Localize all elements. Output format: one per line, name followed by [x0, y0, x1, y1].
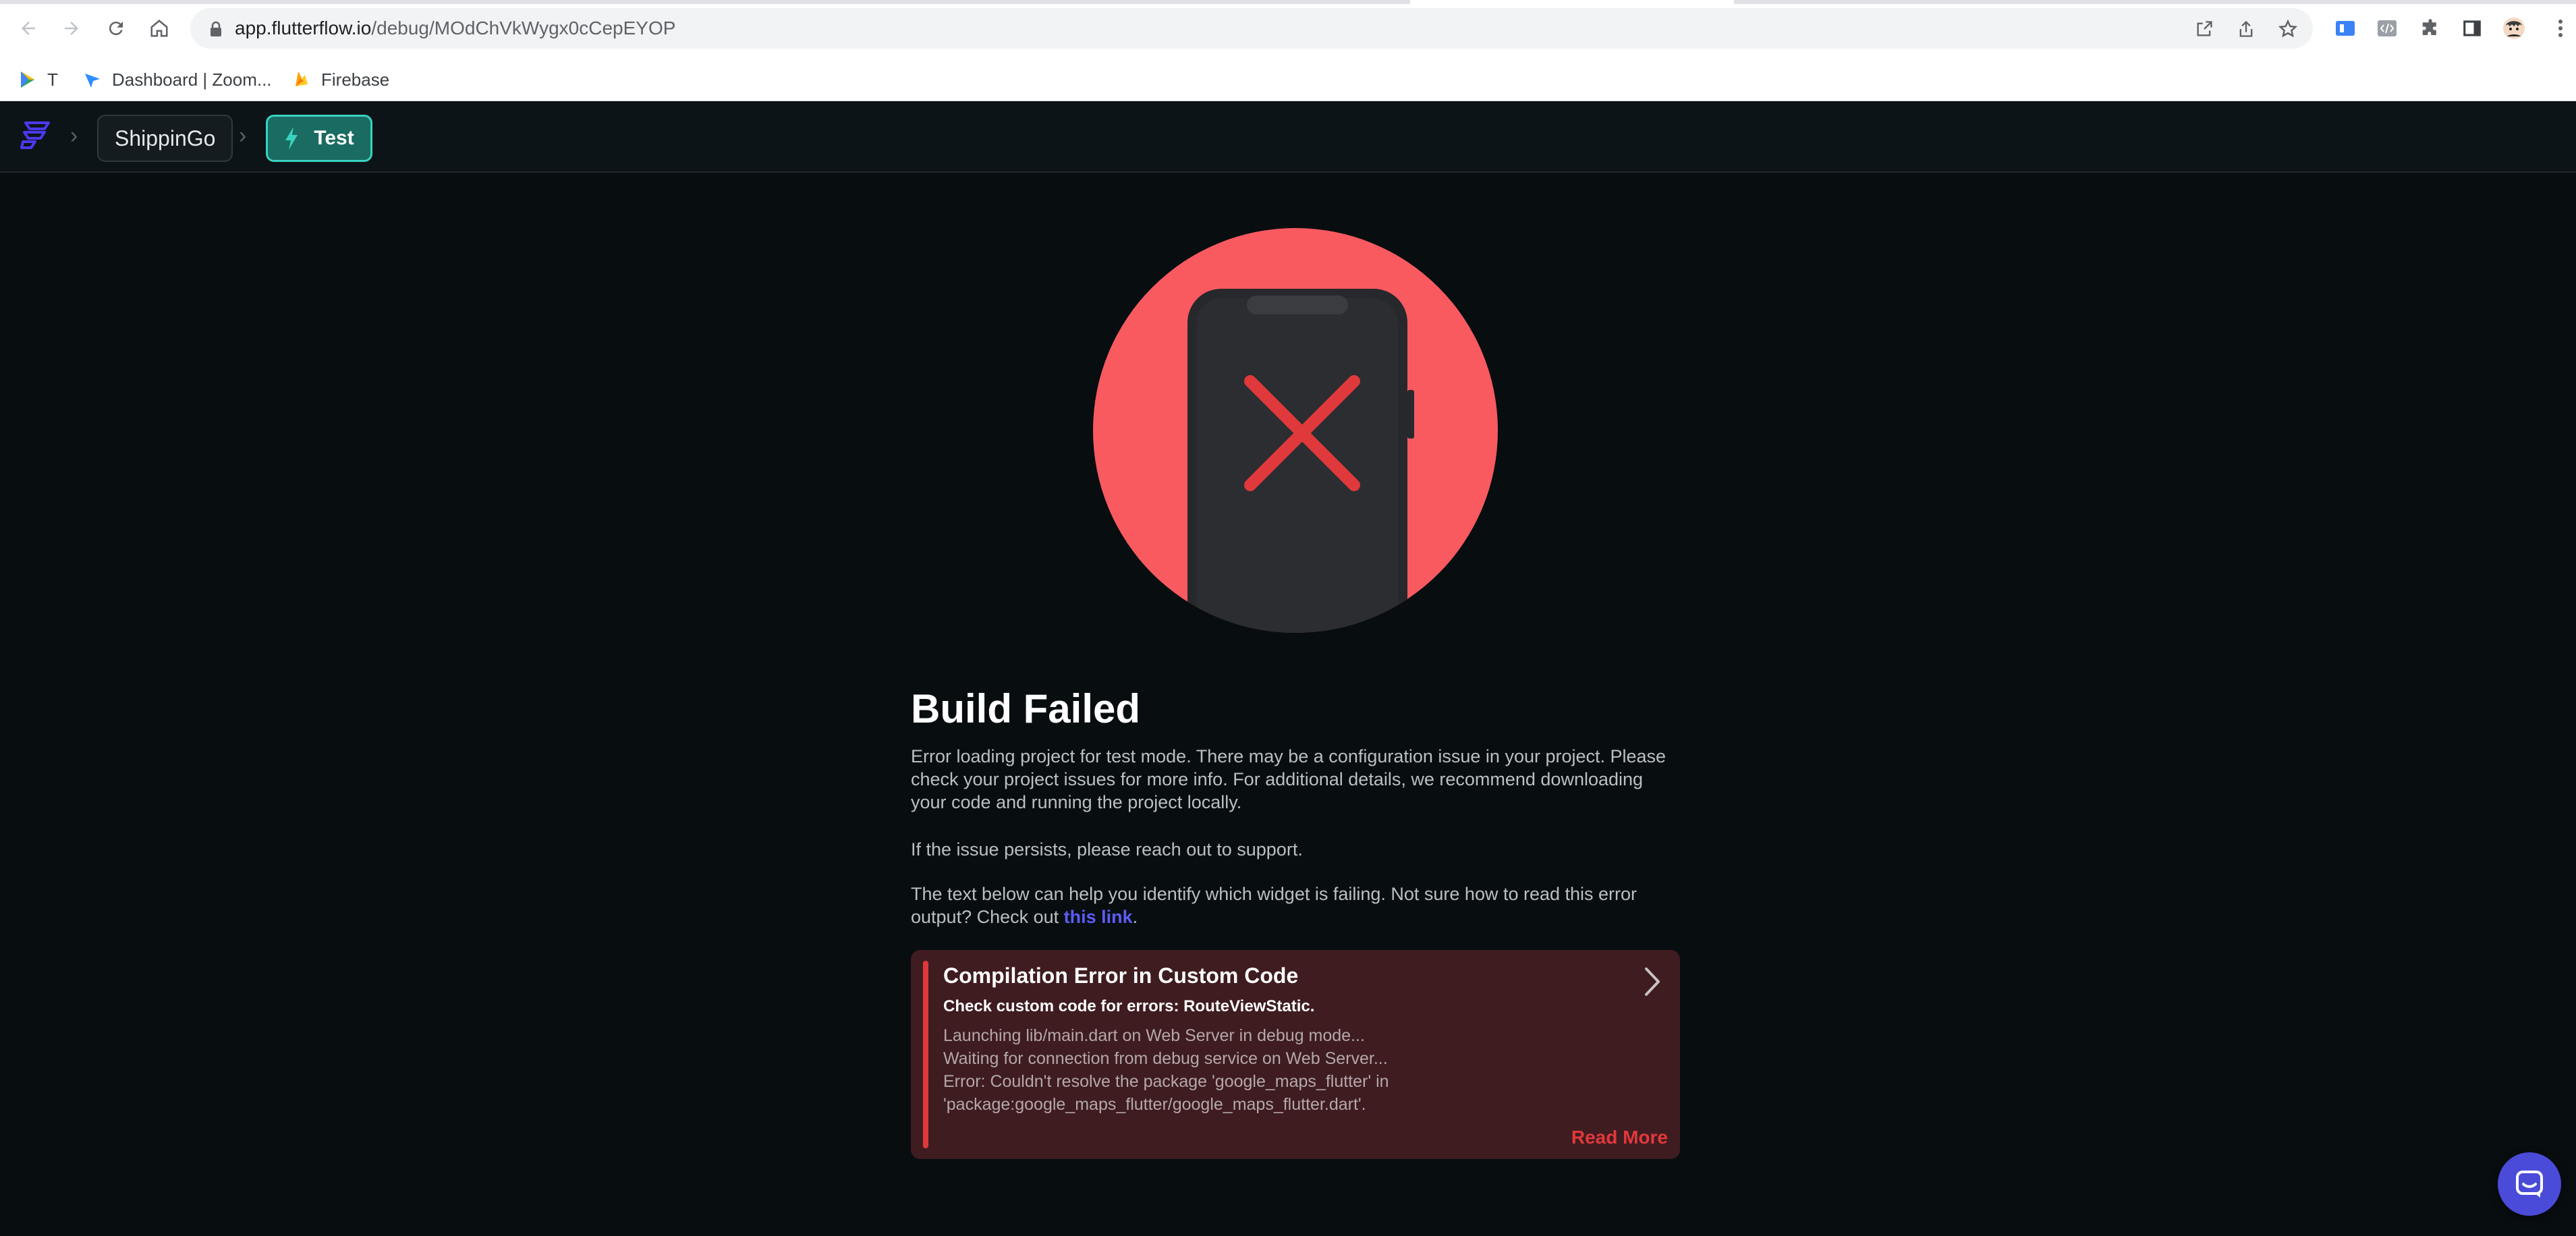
profile-avatar-icon[interactable]	[2500, 15, 2527, 42]
page-title: Build Failed	[911, 686, 1141, 731]
back-button[interactable]	[12, 12, 45, 45]
log-line: Launching lib/main.dart on Web Server in…	[943, 1026, 1365, 1045]
zoom-icon	[85, 74, 100, 88]
address-bar[interactable]: app.flutterflow.io/debug/MOdChVkWygx0cCe…	[190, 8, 2313, 49]
browser-toolbar: app.flutterflow.io/debug/MOdChVkWygx0cCe…	[0, 0, 2576, 59]
lock-icon	[211, 21, 221, 36]
log-line: Error: Couldn't resolve the package 'goo…	[943, 1072, 1389, 1091]
chevron-right-icon: ›	[70, 123, 78, 148]
support-note: If the issue persists, please reach out …	[911, 839, 1303, 860]
help-text: The text below can help you identify whi…	[911, 882, 1673, 928]
error-description: Error loading project for test mode. The…	[911, 746, 1667, 812]
log-line: Waiting for connection from debug servic…	[943, 1049, 1388, 1068]
bookmark-star-icon[interactable]	[2276, 18, 2299, 40]
build-failed-illustration	[1093, 228, 1498, 633]
puzzle-extensions-icon[interactable]	[2417, 15, 2444, 42]
bookmarks-bar: T Dashboard | Zoom... Firebase	[0, 59, 2576, 101]
bookmark-label: Firebase	[321, 69, 390, 90]
code-extension-icon[interactable]	[2374, 15, 2401, 42]
extension-blue-icon[interactable]	[2332, 15, 2359, 42]
browser-menu-icon[interactable]	[2550, 15, 2571, 42]
bookmark-item[interactable]: T	[18, 67, 58, 92]
log-line: 'package:google_maps_flutter/google_maps…	[943, 1095, 1366, 1114]
support-chat-button[interactable]	[2498, 1152, 2561, 1216]
firebase-icon	[296, 72, 308, 86]
chat-icon	[2516, 1171, 2543, 1198]
play-console-icon	[21, 72, 34, 88]
arrow-left-icon	[22, 22, 35, 35]
url-path: /debug/MOdChVkWygx0cCepEYOP	[371, 18, 676, 38]
bookmark-item[interactable]: Firebase	[291, 67, 389, 92]
help-text-suffix: .	[1132, 907, 1138, 927]
url-text: app.flutterflow.io/debug/MOdChVkWygx0cCe…	[235, 18, 675, 39]
project-name-button[interactable]: ShippinGo	[97, 115, 233, 162]
error-log: Launching lib/main.dart on Web Server in…	[943, 1024, 1618, 1116]
arrow-right-icon	[65, 22, 78, 35]
tab-strip	[0, 0, 2576, 4]
error-accent-bar	[923, 961, 928, 1148]
forward-button[interactable]	[55, 12, 88, 45]
side-panel-icon[interactable]	[2459, 15, 2486, 42]
home-button[interactable]	[143, 12, 175, 45]
flutterflow-logo-icon[interactable]	[16, 117, 54, 155]
home-icon	[150, 20, 168, 37]
lightning-bolt-icon	[285, 127, 298, 150]
bookmark-label: Dashboard | Zoom...	[112, 69, 272, 90]
app-header: › ShippinGo › Test	[0, 101, 2576, 173]
share-icon[interactable]	[2235, 18, 2258, 40]
test-mode-label: Test	[314, 127, 354, 149]
bookmark-item[interactable]: Dashboard | Zoom...	[82, 67, 272, 92]
chevron-right-icon[interactable]	[1641, 966, 1664, 997]
bookmark-label: T	[47, 69, 58, 90]
reload-icon	[109, 22, 123, 36]
help-text-prefix: The text below can help you identify whi…	[911, 884, 1637, 927]
chevron-right-icon: ›	[239, 123, 247, 148]
reload-button[interactable]	[100, 12, 132, 45]
error-subtitle: Check custom code for errors: RouteViewS…	[943, 997, 1315, 1015]
error-card[interactable]: Compilation Error in Custom Code Check c…	[911, 950, 1680, 1159]
error-title: Compilation Error in Custom Code	[943, 963, 1299, 988]
read-more-link[interactable]: Read More	[1571, 1127, 1668, 1148]
open-in-app-icon[interactable]	[2193, 18, 2216, 40]
test-mode-button[interactable]: Test	[266, 115, 372, 162]
url-host: app.flutterflow.io	[235, 18, 372, 38]
help-link[interactable]: this link	[1064, 907, 1133, 927]
